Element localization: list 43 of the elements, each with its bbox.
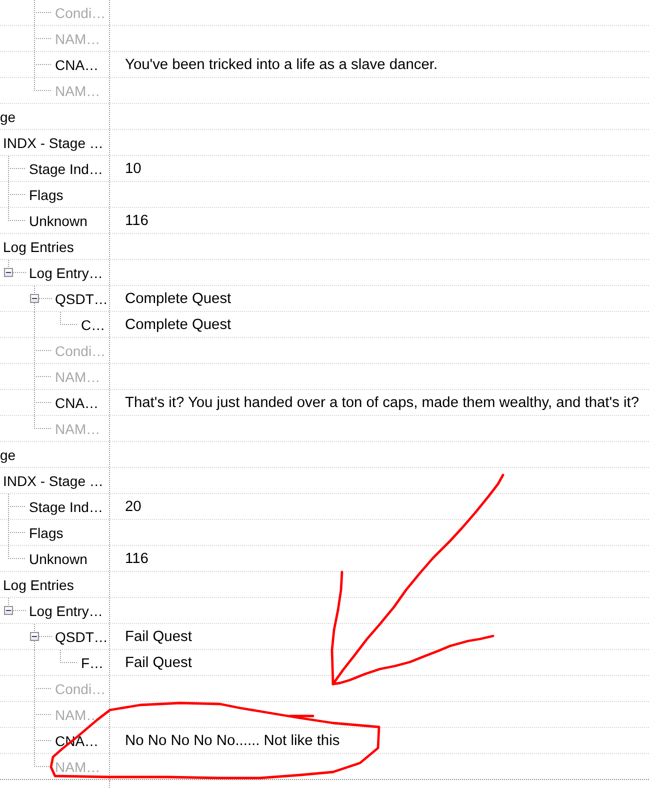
tree-node-label[interactable]: QSDT… bbox=[55, 628, 108, 646]
field-value: Complete Quest bbox=[125, 316, 232, 334]
tree-node-label[interactable]: INDX - Stage … bbox=[3, 134, 104, 152]
field-value: You've been tricked into a life as a slave dancer. bbox=[125, 56, 438, 74]
tree-connector bbox=[34, 702, 52, 728]
tree-node-label[interactable]: QSDT… bbox=[55, 290, 108, 308]
tree-node-label[interactable]: F… bbox=[81, 654, 104, 672]
tree-node-label[interactable]: Log Entries bbox=[3, 576, 74, 594]
field-value: 116 bbox=[125, 212, 148, 230]
tree-node-label[interactable]: Stage Ind… bbox=[29, 160, 103, 178]
tree-node-label[interactable]: Flags bbox=[29, 524, 64, 542]
tree-node-label[interactable]: CNA… bbox=[55, 56, 99, 74]
tree-node-label[interactable]: C… bbox=[81, 316, 106, 334]
field-value: 10 bbox=[125, 160, 142, 178]
tree-node-label[interactable]: Log Entry… bbox=[29, 602, 103, 620]
tree-connector bbox=[34, 0, 52, 26]
tree-connector bbox=[34, 364, 52, 390]
field-value: Fail Quest bbox=[125, 654, 192, 672]
tree-node-label[interactable]: Flags bbox=[29, 186, 64, 204]
tree-node-label[interactable]: CNA… bbox=[55, 394, 99, 412]
field-value: 116 bbox=[125, 550, 148, 568]
tree-connector bbox=[8, 260, 26, 273]
tree-connector bbox=[8, 598, 26, 611]
tree-node-label[interactable]: Unknown bbox=[29, 550, 88, 568]
collapse-toggle[interactable] bbox=[30, 632, 39, 641]
field-value: No No No No No...... Not like this bbox=[125, 732, 340, 750]
tree-node-label[interactable]: Unknown bbox=[29, 212, 88, 230]
field-value: Fail Quest bbox=[125, 628, 192, 646]
tree-node-label[interactable]: ge bbox=[0, 446, 16, 464]
tree-connector bbox=[34, 26, 52, 52]
field-value: 20 bbox=[125, 498, 142, 516]
tree-node-label[interactable]: Log Entries bbox=[3, 238, 74, 256]
tree-node-label[interactable]: Log Entry… bbox=[29, 264, 103, 282]
field-value: That's it? You just handed over a ton of caps, made them wealthy, and that's it? bbox=[125, 394, 640, 412]
tree-node-label[interactable]: Stage Ind… bbox=[29, 498, 103, 516]
tree-connector bbox=[8, 494, 26, 520]
collapse-toggle[interactable] bbox=[4, 606, 13, 615]
tree-node-label[interactable]: ge bbox=[0, 108, 16, 126]
tree-connector bbox=[8, 156, 26, 182]
collapse-toggle[interactable] bbox=[4, 268, 13, 277]
tree-node-label[interactable]: INDX - Stage … bbox=[3, 472, 104, 490]
field-value: Complete Quest bbox=[125, 290, 232, 308]
collapse-toggle[interactable] bbox=[30, 294, 39, 303]
